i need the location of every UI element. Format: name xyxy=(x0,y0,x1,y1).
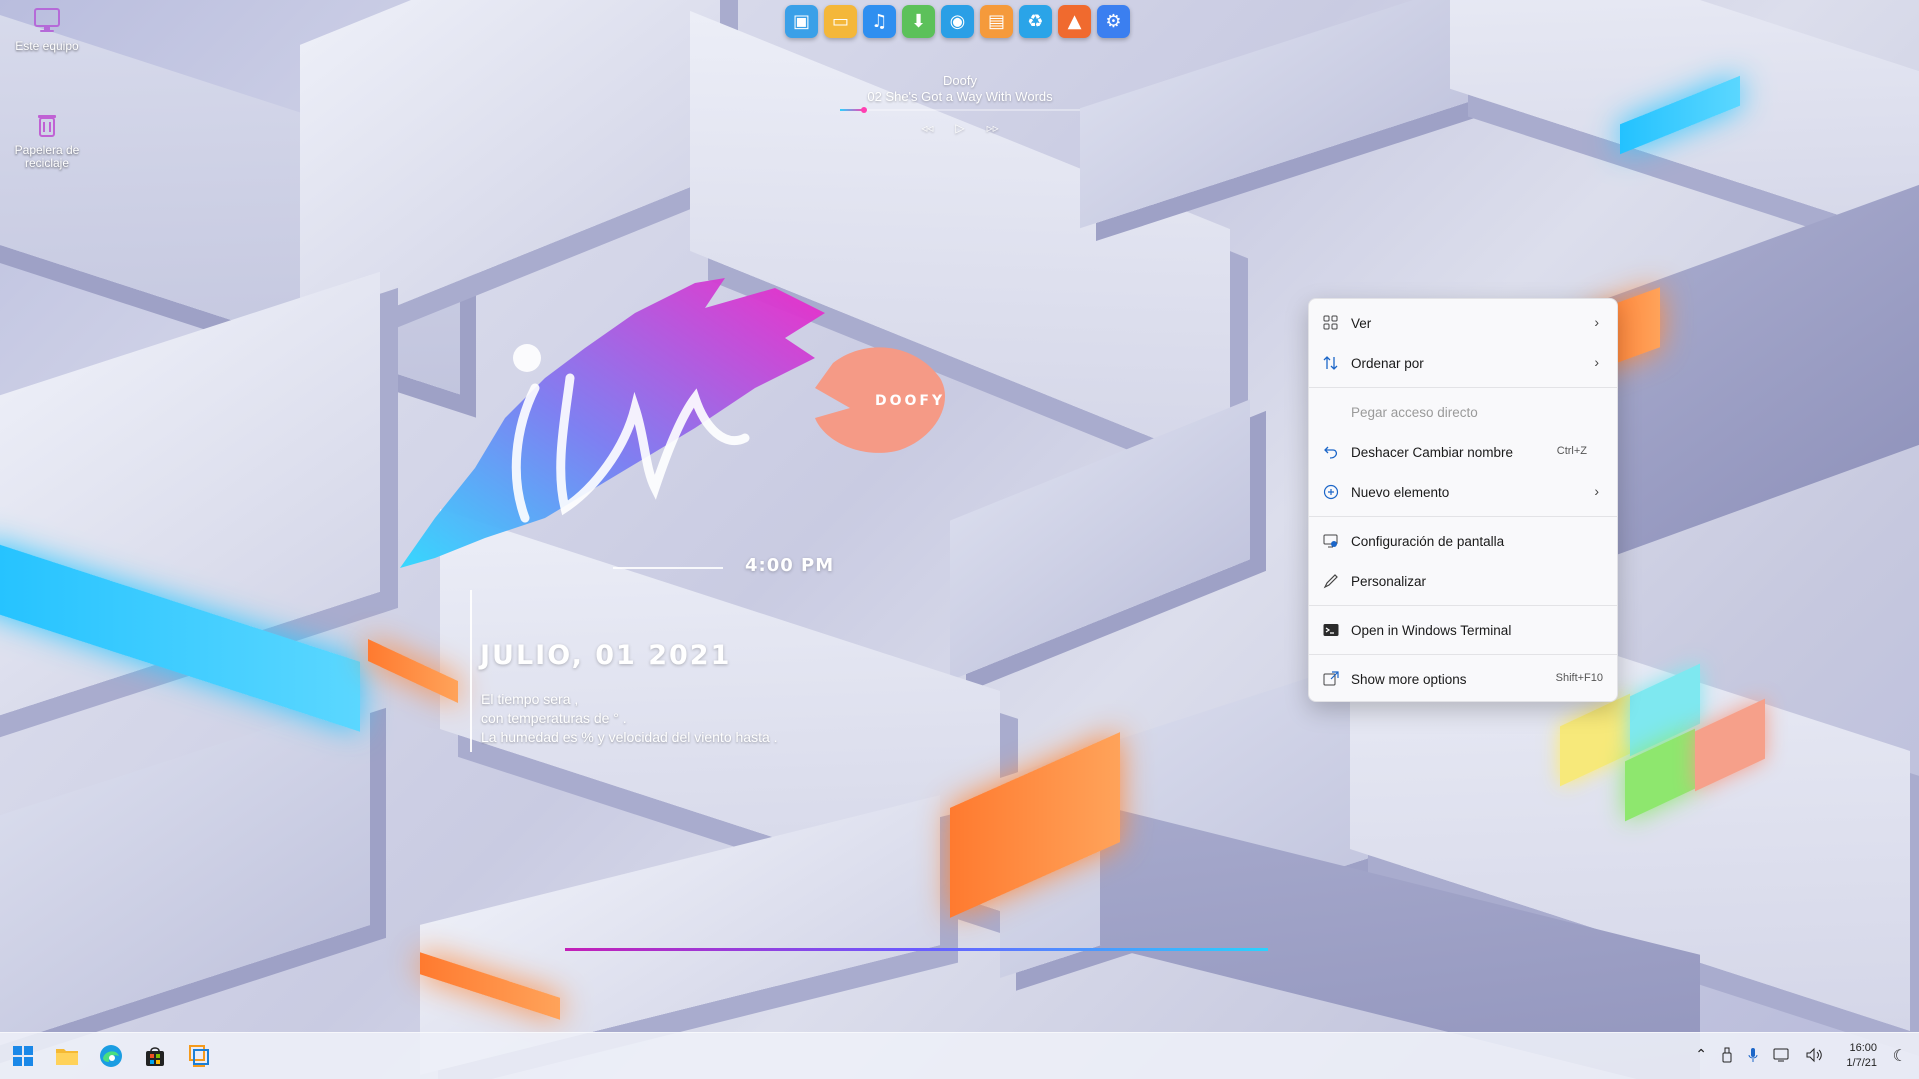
doofy-logo-text: DOOFY xyxy=(875,393,945,409)
menu-separator xyxy=(1309,387,1617,388)
menu-item-label: Deshacer Cambiar nombre xyxy=(1351,444,1514,460)
volume-icon[interactable] xyxy=(1805,1047,1823,1063)
chevron-up-icon[interactable]: ⌃ xyxy=(1695,1047,1707,1063)
app-dock: ▣ ▭ ♫ ⬇ ◉ ▤ ♻ ▲ ⚙ xyxy=(785,5,1130,38)
menu-item-label: Nuevo elemento xyxy=(1351,484,1450,500)
rocket-icon[interactable]: ▲ xyxy=(1058,5,1091,38)
play-icon[interactable]: ▷ xyxy=(955,120,964,136)
menu-item-label: Ordenar por xyxy=(1351,355,1424,371)
sort-icon xyxy=(1323,356,1338,370)
menu-item-label: Show more options xyxy=(1351,671,1467,687)
menu-separator xyxy=(1309,654,1617,655)
menu-item-shortcut: Ctrl+Z xyxy=(1556,445,1587,457)
menu-item-windows-terminal[interactable]: Open in Windows Terminal xyxy=(1309,610,1617,650)
taskbar: ⌃ 16:00 1/7/21 ☾ xyxy=(0,1032,1919,1079)
calendar-icon[interactable]: ▤ xyxy=(980,5,1013,38)
grid-icon xyxy=(1323,315,1338,330)
taskbar-edge[interactable] xyxy=(96,1041,126,1071)
pen-icon xyxy=(1323,574,1338,589)
widget-time: 4:00 PM xyxy=(745,555,835,576)
menu-separator xyxy=(1309,516,1617,517)
downloads-icon[interactable]: ⬇ xyxy=(902,5,935,38)
desktop-preview-icon[interactable]: ▣ xyxy=(785,5,818,38)
menu-separator xyxy=(1309,605,1617,606)
weather-line: El tiempo sera , xyxy=(481,691,579,707)
menu-item-show-more-options[interactable]: Show more options Shift+F10 xyxy=(1309,659,1617,699)
settings-icon[interactable]: ⚙ xyxy=(1097,5,1130,38)
music-artist: Doofy xyxy=(943,73,977,88)
notification-moon-icon[interactable]: ☾ xyxy=(1893,1046,1907,1065)
taskbar-vmware[interactable] xyxy=(184,1041,214,1071)
taskbar-store[interactable] xyxy=(140,1041,170,1071)
widget-date: JULIO, 01 2021 xyxy=(480,640,732,671)
start-button[interactable] xyxy=(8,1041,38,1071)
store-icon xyxy=(146,1047,164,1066)
file-explorer-icon xyxy=(56,1049,78,1065)
desktop-icon-este-equipo[interactable]: Este equipo xyxy=(2,6,92,53)
terminal-icon xyxy=(1323,624,1339,636)
chevron-right-icon: › xyxy=(1594,483,1599,499)
music-progress-handle[interactable] xyxy=(861,107,867,113)
display-settings-icon xyxy=(1323,534,1338,548)
doofy-logo: DOOFY xyxy=(815,347,946,453)
weather-text: El tiempo sera , con temperaturas de ° .… xyxy=(481,690,778,747)
weather-line: La humedad es % y velocidad del viento h… xyxy=(481,729,778,745)
menu-item-ver[interactable]: Ver › xyxy=(1309,303,1617,343)
music-controls: ◃◃ ▷ ▹▹ xyxy=(840,120,1080,136)
desktop-icon-label: Papelera de reciclaje xyxy=(14,143,80,170)
microphone-icon[interactable] xyxy=(1747,1047,1759,1063)
menu-item-shortcut: Shift+F10 xyxy=(1555,672,1603,684)
weather-line: con temperaturas de ° . xyxy=(481,710,627,726)
music-icon[interactable]: ♫ xyxy=(863,5,896,38)
chevron-right-icon: › xyxy=(1594,314,1599,330)
system-tray: ⌃ xyxy=(1695,1047,1823,1063)
menu-item-nuevo-elemento[interactable]: Nuevo elemento › xyxy=(1309,472,1617,512)
doofy-brush-art: DOOFY xyxy=(400,278,946,568)
taskbar-file-explorer[interactable] xyxy=(52,1041,82,1071)
more-options-icon xyxy=(1323,671,1339,686)
monitor-icon xyxy=(34,8,60,32)
start-icon xyxy=(13,1046,33,1066)
audio-visualizer-line xyxy=(565,948,1268,951)
chevron-right-icon: › xyxy=(1594,354,1599,370)
menu-item-ordenar-por[interactable]: Ordenar por › xyxy=(1309,343,1617,383)
vmware-icon xyxy=(189,1045,209,1067)
edge-icon xyxy=(100,1045,122,1067)
menu-item-label: Open in Windows Terminal xyxy=(1351,622,1512,638)
menu-item-pegar-acceso-directo: Pegar acceso directo xyxy=(1309,392,1617,432)
desktop-icon-label: Este equipo xyxy=(15,39,79,53)
date-divider xyxy=(470,590,472,752)
new-item-icon xyxy=(1323,484,1339,500)
music-progress-bar[interactable] xyxy=(840,107,1080,113)
usb-icon[interactable] xyxy=(1721,1047,1733,1063)
taskbar-date: 1/7/21 xyxy=(1846,1057,1877,1069)
previous-track-icon[interactable]: ◃◃ xyxy=(921,120,933,136)
menu-item-label: Pegar acceso directo xyxy=(1351,404,1478,420)
taskbar-time: 16:00 xyxy=(1849,1042,1877,1054)
menu-item-configuracion-pantalla[interactable]: Configuración de pantalla xyxy=(1309,521,1617,561)
taskbar-clock[interactable]: 16:00 1/7/21 xyxy=(1846,1041,1877,1071)
files-icon[interactable]: ▭ xyxy=(824,5,857,38)
undo-icon xyxy=(1324,446,1338,459)
menu-item-label: Personalizar xyxy=(1351,573,1427,589)
music-track: 02 She's Got a Way With Words xyxy=(867,89,1053,104)
menu-item-label: Configuración de pantalla xyxy=(1351,533,1505,549)
menu-item-personalizar[interactable]: Personalizar xyxy=(1309,561,1617,601)
menu-item-deshacer[interactable]: Deshacer Cambiar nombre Ctrl+Z xyxy=(1309,432,1617,472)
desktop-context-menu: Ver › Ordenar por › Pegar acceso directo… xyxy=(1308,298,1618,702)
desktop-icon-papelera[interactable]: Papelera de reciclaje xyxy=(2,110,92,170)
menu-item-label: Ver xyxy=(1351,315,1372,331)
music-widget: Doofy 02 She's Got a Way With Words ◃◃ ▷… xyxy=(840,73,1080,135)
recycle-bin-icon xyxy=(38,115,56,137)
next-track-icon[interactable]: ▹▹ xyxy=(987,120,999,136)
camera-icon[interactable]: ◉ xyxy=(941,5,974,38)
recycle-icon[interactable]: ♻ xyxy=(1019,5,1052,38)
time-divider xyxy=(613,567,723,569)
network-icon[interactable] xyxy=(1773,1047,1791,1063)
